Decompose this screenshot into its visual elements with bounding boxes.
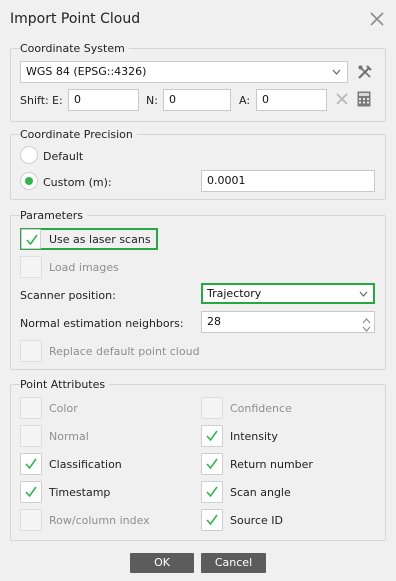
- attr-intensity-label: Intensity: [230, 430, 278, 443]
- shift-n-input[interactable]: 0: [163, 89, 231, 111]
- attr-row-column-index-checkbox[interactable]: [20, 509, 42, 531]
- dialog-title: Import Point Cloud: [10, 11, 141, 27]
- shift-a-label: A:: [239, 94, 251, 107]
- checkmark-icon: [206, 458, 218, 470]
- attr-classification-checkbox[interactable]: [20, 453, 42, 475]
- calculator-icon[interactable]: [357, 91, 371, 107]
- chevron-down-icon: [359, 289, 368, 303]
- default-radio[interactable]: [20, 146, 38, 164]
- load-images-checkbox[interactable]: [20, 256, 42, 278]
- normal-neighbors-input[interactable]: 28: [201, 311, 375, 333]
- ok-button[interactable]: OK: [130, 553, 194, 573]
- checkmark-icon: [25, 458, 37, 470]
- clear-shift-icon[interactable]: [336, 93, 348, 105]
- checkmark-icon: [26, 234, 38, 246]
- coordinate-system-select[interactable]: WGS 84 (EPSG::4326): [20, 61, 348, 83]
- shift-a-value: 0: [262, 93, 269, 106]
- cancel-button[interactable]: Cancel: [201, 553, 266, 573]
- attr-intensity-checkbox[interactable]: [201, 425, 223, 447]
- radio-selected-dot: [25, 177, 33, 185]
- attr-normal-label: Normal: [49, 430, 89, 443]
- attr-confidence-checkbox[interactable]: [201, 397, 223, 419]
- use-laser-scans-label: Use as laser scans: [49, 233, 151, 246]
- shift-n-label: N:: [146, 94, 158, 107]
- tools-icon[interactable]: [356, 63, 374, 81]
- shift-e-input[interactable]: 0: [68, 89, 139, 111]
- attr-return-number-checkbox[interactable]: [201, 453, 223, 475]
- checkmark-icon: [206, 430, 218, 442]
- replace-default-label: Replace default point cloud: [49, 345, 200, 358]
- parameters-legend: Parameters: [20, 209, 87, 222]
- attr-timestamp-checkbox[interactable]: [20, 481, 42, 503]
- coordinate-system-legend: Coordinate System: [20, 42, 129, 55]
- use-laser-scans-checkbox[interactable]: [21, 229, 41, 249]
- normal-neighbors-value: 28: [207, 315, 221, 328]
- shift-label: Shift:: [20, 94, 49, 107]
- chevron-down-icon: [332, 67, 341, 81]
- coordinate-system-value: WGS 84 (EPSG::4326): [26, 65, 147, 78]
- coordinate-precision-legend: Coordinate Precision: [20, 128, 137, 141]
- scanner-position-select[interactable]: Trajectory: [201, 283, 375, 304]
- attr-classification-label: Classification: [49, 458, 122, 471]
- replace-default-checkbox[interactable]: [20, 340, 42, 362]
- checkmark-icon: [206, 486, 218, 498]
- checkmark-icon: [25, 486, 37, 498]
- custom-precision-value: 0.0001: [207, 174, 246, 187]
- attr-timestamp-label: Timestamp: [49, 486, 111, 499]
- attr-return-number-label: Return number: [230, 458, 313, 471]
- close-icon[interactable]: [369, 11, 385, 27]
- attr-source-id-checkbox[interactable]: [201, 509, 223, 531]
- custom-radio[interactable]: [20, 172, 38, 190]
- shift-n-value: 0: [169, 93, 176, 106]
- attr-scan-angle-checkbox[interactable]: [201, 481, 223, 503]
- shift-a-input[interactable]: 0: [256, 89, 327, 111]
- spin-down-icon[interactable]: [362, 323, 371, 337]
- checkmark-icon: [206, 514, 218, 526]
- shift-e-label: E:: [52, 94, 63, 107]
- point-attributes-legend: Point Attributes: [20, 378, 110, 391]
- normal-neighbors-label: Normal estimation neighbors:: [20, 317, 184, 330]
- attr-row-column-index-label: Row/column index: [49, 514, 150, 527]
- attr-normal-checkbox[interactable]: [20, 425, 42, 447]
- load-images-label: Load images: [49, 261, 119, 274]
- scanner-position-value: Trajectory: [207, 287, 262, 300]
- custom-precision-input[interactable]: 0.0001: [201, 170, 375, 192]
- attr-color-checkbox[interactable]: [20, 397, 42, 419]
- attr-scan-angle-label: Scan angle: [230, 486, 291, 499]
- attr-confidence-label: Confidence: [230, 402, 292, 415]
- shift-e-value: 0: [74, 93, 81, 106]
- attr-color-label: Color: [49, 402, 78, 415]
- scanner-position-label: Scanner position:: [20, 289, 116, 302]
- attr-source-id-label: Source ID: [230, 514, 283, 527]
- default-radio-label: Default: [43, 150, 84, 163]
- custom-radio-label: Custom (m):: [43, 176, 112, 189]
